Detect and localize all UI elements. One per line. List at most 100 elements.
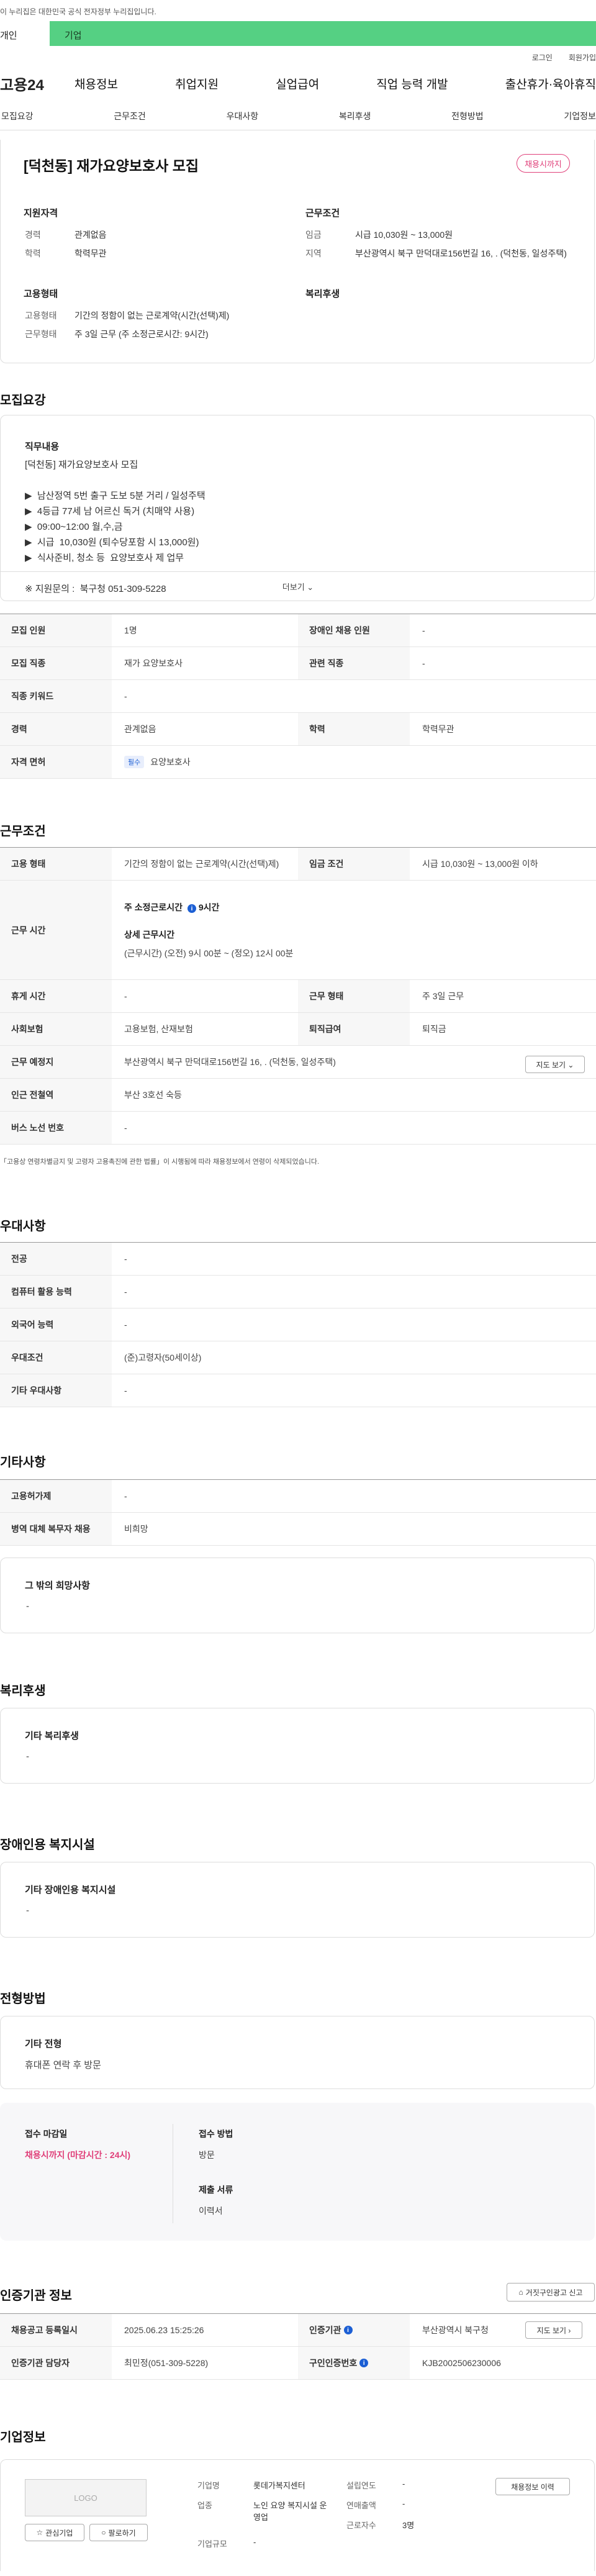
disab-value: - bbox=[26, 1905, 29, 1916]
star-icon: ☆ bbox=[36, 2528, 43, 2537]
fav-button[interactable]: ☆ 관심기업 bbox=[25, 2524, 84, 2541]
page-title: [덕천동] 재가요양보호사 모집 bbox=[24, 158, 199, 174]
pref-heading: 우대사항 bbox=[0, 1220, 46, 1233]
table-row: 근무 예정지 부산광역시 북구 만덕대로156번길 16, . (덕천동, 일성주… bbox=[0, 1046, 596, 1079]
welfare-label: 복리후생 bbox=[305, 289, 340, 299]
table-row: 전공 - bbox=[0, 1243, 596, 1276]
screen-heading: 전형방법 bbox=[0, 1992, 46, 2006]
hope-card bbox=[0, 1558, 595, 1633]
year-kv: 설립연도 - bbox=[346, 2479, 405, 2490]
cond-label: 근무조건 bbox=[305, 208, 340, 219]
snb-welfare[interactable]: 복리후생 bbox=[339, 110, 371, 122]
docs-label: 제출 서류 bbox=[199, 2185, 233, 2195]
snb-company[interactable]: 기업정보 bbox=[564, 110, 596, 122]
follow-button[interactable]: ○ 팔로하기 bbox=[89, 2524, 148, 2541]
gnb-support[interactable]: 취업지원 bbox=[175, 75, 219, 92]
table-row: 병역 대체 복무자 채용 비희망 bbox=[0, 1513, 596, 1546]
screen-card bbox=[0, 2016, 595, 2089]
page: { "gov_banner":"이 누리집은 대한민국 공식 전자정부 누리집입… bbox=[0, 0, 596, 2576]
etc-heading: 기타사항 bbox=[0, 1456, 46, 1469]
company-heading: 기업정보 bbox=[0, 2431, 46, 2444]
table-row: 모집 인원 1명 장애인 채용 인원 - bbox=[0, 614, 596, 647]
status-badge: 채용시까지 bbox=[517, 154, 570, 173]
signup-link[interactable]: 회원가입 bbox=[569, 52, 596, 65]
gnb-leave[interactable]: 출산휴가·육아휴직 bbox=[505, 75, 596, 92]
table-row: 자격 면허 필수 요양보호사 bbox=[0, 746, 596, 779]
deadline-label: 접수 마감일 bbox=[25, 2129, 68, 2139]
job-history-button[interactable]: 채용정보 이력 bbox=[495, 2478, 570, 2495]
snb-screen[interactable]: 전형방법 bbox=[451, 110, 484, 122]
table-row: 경력 관계없음 학력 학력무관 bbox=[0, 713, 596, 746]
snb-conditions[interactable]: 근무조건 bbox=[114, 110, 146, 122]
welfare-heading: 복리후생 bbox=[0, 1684, 46, 1698]
deadline-value: 채용시까지 (마감시간 : 24시) bbox=[25, 2150, 131, 2160]
table-row: 버스 노선 번호 - bbox=[0, 1112, 596, 1145]
screen-sub: 기타 전형 bbox=[25, 2039, 62, 2049]
table-row: 고용 형태 기간의 정함이 없는 근로계약(시간(선택)제) 임금 조건 시급 10… bbox=[0, 848, 596, 881]
login-link[interactable]: 로그인 bbox=[532, 52, 553, 65]
gnb-benefit[interactable]: 실업급여 bbox=[276, 75, 319, 92]
site-logo[interactable]: 고용24 bbox=[0, 73, 74, 94]
gov-banner: 이 누리집은 대한민국 공식 전자정부 누리집입니다. bbox=[0, 0, 596, 21]
career-kv: 경력 관계없음 bbox=[25, 230, 107, 240]
cert-map-button[interactable]: 지도 보기 › bbox=[525, 2321, 582, 2339]
table-row: 근무 시간 주 소정근로시간 i 9시간 상세 근무시간 (근무시간) (오전)… bbox=[0, 881, 596, 980]
welfare-card bbox=[0, 1708, 595, 1784]
disab-card bbox=[0, 1862, 595, 1938]
report-button[interactable]: ⌂ 거짓구인광고 신고 bbox=[507, 2283, 595, 2302]
snb-pref[interactable]: 우대사항 bbox=[227, 110, 259, 122]
table-row: 기타 우대사항 - bbox=[0, 1374, 596, 1407]
divider bbox=[0, 571, 596, 572]
sales-kv: 연매출액 - bbox=[346, 2499, 405, 2510]
loc-kv: 지역 부산광역시 북구 만덕대로156번길 16, . (덕천동, 일성주택) bbox=[305, 248, 567, 258]
name-kv: 기업명 롯데가복지센터 bbox=[197, 2481, 305, 2490]
table-row: 인근 전철역 부산 3호선 숙등 bbox=[0, 1079, 596, 1112]
worktype-kv: 근무형태 주 3일 근무 (주 소정근로시간: 9시간) bbox=[25, 329, 209, 339]
job-content-label: 직무내용 bbox=[25, 442, 60, 452]
table-row: 모집 직종 재가 요양보호사 관련 직종 - bbox=[0, 647, 596, 680]
company-logo: LOGO bbox=[25, 2479, 147, 2516]
disab-sub: 기타 장애인용 복지시설 bbox=[25, 1885, 116, 1895]
global-nav: 고용24 채용정보 취업지원 실업급여 직업 능력 개발 출산휴가·육아휴직 bbox=[0, 65, 596, 102]
gnb-jobs[interactable]: 채용정보 bbox=[74, 75, 118, 92]
table-row: 외국어 능력 - bbox=[0, 1308, 596, 1341]
utility-links: 로그인 회원가입 bbox=[0, 46, 596, 65]
table-row: 직종 키워드 - bbox=[0, 680, 596, 713]
table-row: 컴퓨터 활용 능력 - bbox=[0, 1276, 596, 1308]
gnb-training[interactable]: 직업 능력 개발 bbox=[376, 75, 448, 92]
category-bar: 개인 기업 bbox=[0, 21, 596, 46]
qual-label: 지원자격 bbox=[24, 208, 58, 219]
welfare-sub: 기타 복리후생 bbox=[25, 1731, 79, 1741]
welfare-value: - bbox=[26, 1751, 29, 1762]
age-note: 「고용상 연령차별금지 및 고령자 고용촉진에 관한 법률」이 시행됨에 따라 … bbox=[0, 1158, 320, 1166]
deadline-card bbox=[0, 2103, 595, 2241]
info-icon: i bbox=[187, 904, 196, 913]
table-row: 사회보험 고용보험, 산재보험 퇴직급여 퇴직금 bbox=[0, 1013, 596, 1046]
emp-kv: 근로자수 3명 bbox=[346, 2521, 415, 2530]
wage-kv: 임금 시급 10,030원 ~ 13,000원 bbox=[305, 230, 453, 240]
recruit-heading: 모집요강 bbox=[0, 394, 46, 407]
hope-value: - bbox=[26, 1601, 29, 1612]
method-value: 방문 bbox=[199, 2150, 215, 2160]
info-icon: i bbox=[359, 2359, 369, 2367]
table-row: 인증기관 담당자 최민정(051-309-5228) 구인인증번호 i KJB2002… bbox=[0, 2347, 596, 2380]
size-kv: 기업규모 - bbox=[197, 2537, 256, 2549]
conditions-heading: 근무조건 bbox=[0, 825, 46, 838]
edu-kv: 학력 학력무관 bbox=[25, 248, 107, 258]
tab-personal[interactable]: 개인 bbox=[0, 21, 50, 46]
table-row: 채용공고 등록일시 2025.06.23 15:25:26 인증기관 i 부산광역시 … bbox=[0, 2314, 596, 2347]
table-row: 우대조건 (준)고령자(50세이상) bbox=[0, 1341, 596, 1374]
screen-value: 휴대폰 연락 후 방문 bbox=[25, 2060, 101, 2070]
docs-value: 이력서 bbox=[199, 2206, 223, 2216]
map-button[interactable]: 지도 보기 ⌄ bbox=[525, 1056, 585, 1073]
table-row: 고용허가제 - bbox=[0, 1480, 596, 1513]
more-button[interactable]: 더보기 ⌄ bbox=[0, 573, 596, 600]
disab-heading: 장애인용 복지시설 bbox=[0, 1838, 95, 1852]
ind-kv: 업종 노인 요양 복지시설 운영업 bbox=[197, 2501, 327, 2522]
snb-recruit[interactable]: 모집요강 bbox=[1, 110, 34, 122]
check-icon: ○ bbox=[101, 2528, 106, 2537]
info-icon: i bbox=[343, 2326, 353, 2334]
emp-label: 고용형태 bbox=[24, 289, 58, 299]
tab-company[interactable]: 기업 bbox=[50, 21, 596, 46]
cert-heading: 인증기관 정보 bbox=[0, 2289, 72, 2303]
